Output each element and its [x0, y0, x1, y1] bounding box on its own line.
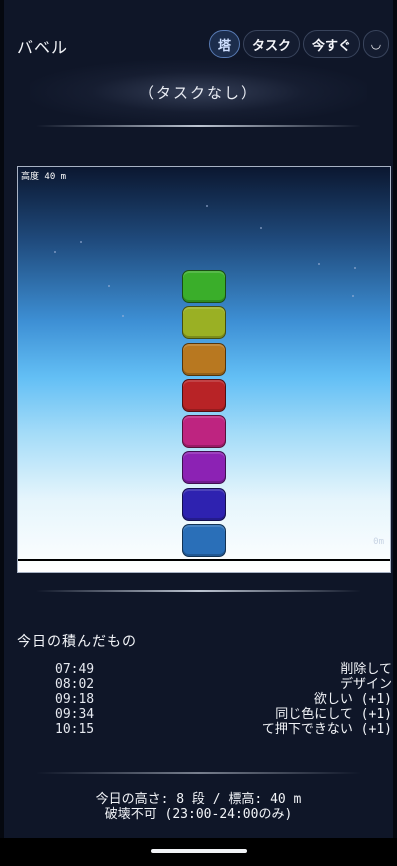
tab-now[interactable]: 今すぐ	[302, 30, 360, 58]
tower-block	[182, 269, 226, 303]
item-time: 07:49	[55, 662, 95, 677]
item-time: 10:15	[55, 722, 95, 737]
screen-edge-left	[0, 0, 4, 866]
history-list: 07:49 削除して 08:02 デザイン 09:18 欲しい (+1) 09:…	[55, 662, 392, 737]
item-task: 欲しい (+1)	[313, 692, 392, 707]
tab-tower[interactable]: 塔	[208, 30, 240, 58]
star	[354, 267, 356, 269]
current-task-label: （タスクなし）	[138, 84, 258, 102]
tower-block	[182, 306, 226, 340]
tower-block	[182, 524, 226, 557]
star	[318, 263, 320, 265]
list-item: 09:34 同じ色にして (+1)	[55, 707, 392, 722]
star	[80, 241, 82, 243]
list-item: 09:18 欲しい (+1)	[55, 692, 392, 707]
item-time: 08:02	[55, 677, 95, 692]
ground-line	[18, 559, 390, 561]
list-item: 10:15 て押下できない (+1)	[55, 722, 392, 737]
star	[108, 285, 110, 287]
refresh-icon[interactable]: ◡	[363, 30, 389, 58]
item-task: デザイン	[339, 677, 392, 692]
divider-bottom	[36, 772, 361, 774]
tower-block	[182, 342, 226, 376]
tower-view: 高度 40 m 0m	[17, 166, 391, 573]
star	[352, 295, 354, 297]
destroy-notice: 破壊不可 (23:00-24:00のみ)	[104, 807, 293, 822]
altitude-label: 高度 40 m	[21, 172, 67, 182]
divider-top	[36, 125, 361, 127]
star	[122, 315, 124, 317]
list-item: 08:02 デザイン	[55, 677, 392, 692]
item-task: て押下できない (+1)	[261, 722, 392, 737]
height-summary: 今日の高さ: 8 段 / 標高: 40 m	[95, 792, 302, 807]
tower-block	[182, 451, 226, 485]
tower-block	[182, 378, 226, 412]
tab-bar: 塔 タスク 今すぐ ◡	[208, 30, 389, 58]
tower-block	[182, 415, 226, 449]
list-item: 07:49 削除して	[55, 662, 392, 677]
item-time: 09:18	[55, 692, 95, 707]
star	[206, 205, 208, 207]
item-time: 09:34	[55, 707, 95, 722]
app-screen: バベル 塔 タスク 今すぐ ◡ （タスクなし） 高度 40 m 0m 今日の積ん…	[0, 0, 397, 866]
tab-tasks[interactable]: タスク	[242, 30, 300, 58]
home-indicator[interactable]	[151, 849, 247, 853]
app-title: バベル	[17, 38, 69, 57]
item-task: 削除して	[340, 662, 392, 677]
star	[54, 251, 56, 253]
item-task: 同じ色にして (+1)	[275, 707, 392, 722]
star	[260, 227, 262, 229]
divider-middle	[36, 590, 361, 592]
screen-edge-right	[393, 0, 397, 866]
tower-block	[182, 487, 226, 521]
history-title: 今日の積んだもの	[17, 634, 137, 650]
ground-label: 0m	[373, 537, 384, 547]
